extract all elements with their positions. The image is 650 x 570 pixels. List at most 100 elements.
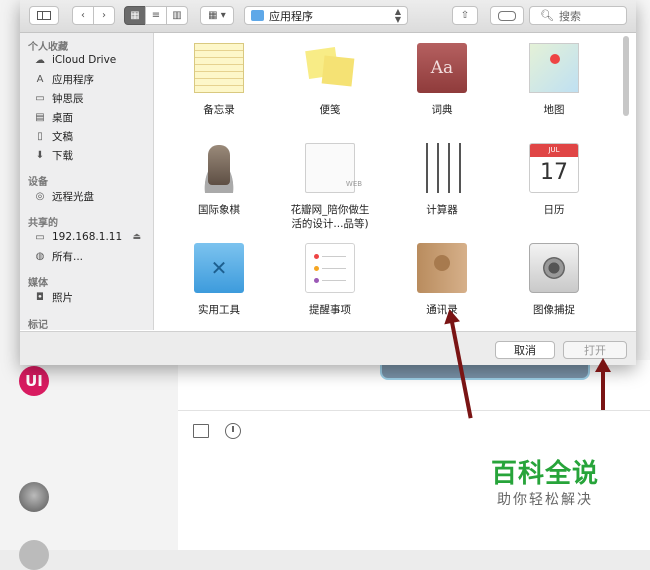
sidebar-item-downloads[interactable]: ⬇ 下载 <box>34 147 73 163</box>
sidebar-item-home[interactable]: ▭ 钟思辰 <box>34 90 84 106</box>
file-grid: 备忘录 便笺 Aa 词典 地图 国际象棋 WEB 花瓣网_陪你做生 活的设计...… <box>154 33 622 330</box>
background-input-area <box>178 360 650 550</box>
calendar-day: 17 <box>540 160 568 185</box>
avatar-ui[interactable]: UI <box>19 366 49 396</box>
annotation-arrow-open <box>595 358 611 410</box>
applications-icon: A <box>36 73 44 85</box>
eject-icon[interactable]: ⏏ <box>132 232 141 242</box>
tag-button[interactable] <box>490 6 524 25</box>
app-item-chess[interactable]: 国际象棋 <box>164 143 274 217</box>
sidebar-item-label: 192.168.1.11 <box>52 231 123 243</box>
clock-icon[interactable] <box>225 423 241 439</box>
toggle-sidebar-button[interactable] <box>29 6 59 25</box>
watermark: 百科全说 助你轻松解决 <box>470 458 620 510</box>
sidebar-item-label: iCloud Drive <box>52 54 117 66</box>
icon-view-button[interactable]: ▦ <box>124 6 146 25</box>
computer-icon: ▭ <box>35 231 45 243</box>
arrange-icon: ▦ ▾ <box>208 10 226 21</box>
sidebar-item-documents[interactable]: ▯ 文稿 <box>34 128 73 144</box>
search-field[interactable]: 🔍︎ 搜索 <box>529 6 627 25</box>
image-capture-icon <box>529 243 579 293</box>
stickies-icon <box>305 43 355 93</box>
folder-icon <box>251 10 264 21</box>
vertical-scrollbar[interactable] <box>623 36 629 116</box>
tag-icon <box>498 10 516 21</box>
list-view-button[interactable]: ≡ <box>145 6 167 25</box>
sidebar-item-remote-disc[interactable]: ◎ 远程光盘 <box>34 188 94 204</box>
web-badge: WEB <box>345 180 363 188</box>
app-item-calendar[interactable]: JUL 17 日历 <box>499 143 609 217</box>
app-label: 词典 <box>431 104 453 116</box>
sidebar-item-photos[interactable]: ◘ 照片 <box>34 289 73 305</box>
column-view-button[interactable]: ▥ <box>166 6 188 25</box>
app-label: 国际象棋 <box>198 204 240 216</box>
sidebar-item-label: 文稿 <box>52 130 73 143</box>
maps-icon <box>529 43 579 93</box>
camera-icon: ◘ <box>36 291 44 303</box>
app-item-notes[interactable]: 备忘录 <box>164 43 274 117</box>
grid-icon: ▦ <box>130 10 140 21</box>
sidebar-item-server[interactable]: ▭ 192.168.1.11 <box>34 229 122 245</box>
share-button[interactable]: ⇧ <box>452 6 478 25</box>
cloud-icon: ☁ <box>35 54 45 66</box>
dialog-toolbar: ‹ › ▦ ≡ ▥ ▦ ▾ 应用程序 ▲ ▼ ⇧ 🔍︎ 搜索 <box>20 0 636 33</box>
sidebar-section-devices: 设备 <box>28 177 48 188</box>
sidebar-item-label: 钟思辰 <box>52 92 84 105</box>
calendar-month: JUL <box>530 144 578 157</box>
dialog-footer: 取消 打开 <box>20 331 636 365</box>
app-item-dictionary[interactable]: Aa 词典 <box>387 43 497 117</box>
open-button[interactable]: 打开 <box>563 341 627 359</box>
sidebar-item-icloud-drive[interactable]: ☁ iCloud Drive <box>34 52 116 68</box>
calendar-icon: JUL 17 <box>529 143 579 193</box>
sidebar-item-applications[interactable]: A 应用程序 <box>34 71 94 87</box>
app-item-contacts[interactable]: 通讯录 <box>387 243 497 317</box>
location-popup[interactable]: 应用程序 ▲ ▼ <box>244 6 408 25</box>
sidebar-section-shared: 共享的 <box>28 218 58 229</box>
avatar-panda[interactable] <box>19 424 49 454</box>
contacts-icon <box>417 243 467 293</box>
sidebar-item-desktop[interactable]: ▤ 桌面 <box>34 109 73 125</box>
folder-icon[interactable] <box>193 424 209 438</box>
search-placeholder: 搜索 <box>558 9 581 23</box>
app-item-calculator[interactable]: 计算器 <box>387 143 497 217</box>
download-icon: ⬇ <box>35 149 45 161</box>
sidebar-item-label: 远程光盘 <box>52 190 94 203</box>
sidebar-section-tags: 标记 <box>28 320 48 330</box>
chevron-left-icon: ‹ <box>81 10 85 21</box>
sidebar-item-label: 下载 <box>52 149 73 162</box>
arrange-button[interactable]: ▦ ▾ <box>200 6 234 25</box>
app-label: 便笺 <box>319 104 341 116</box>
avatar-partial[interactable] <box>19 540 49 570</box>
app-label: 实用工具 <box>198 304 240 316</box>
updown-chevron-icon: ▲ ▼ <box>394 6 401 24</box>
app-item-webloc[interactable]: WEB 花瓣网_陪你做生 活的设计...品等) <box>275 143 385 231</box>
dictionary-icon: Aa <box>417 43 467 93</box>
sidebar-item-all-network[interactable]: ◍ 所有... <box>34 248 83 264</box>
sidebar-section-favorites: 个人收藏 <box>28 42 68 53</box>
chevron-right-icon: › <box>102 10 106 21</box>
sidebar-item-label: 桌面 <box>52 111 73 124</box>
app-item-utilities[interactable]: ✕ 实用工具 <box>164 243 274 317</box>
network-icon: ◍ <box>35 250 45 262</box>
sidebar-item-label: 照片 <box>52 291 73 304</box>
app-label: 提醒事项 <box>309 304 351 316</box>
app-item-reminders[interactable]: 提醒事项 <box>275 243 385 317</box>
columns-icon: ▥ <box>172 10 182 21</box>
watermark-subtitle: 助你轻松解决 <box>497 492 593 508</box>
dialog-sidebar: 个人收藏 ☁ iCloud Drive A 应用程序 ▭ 钟思辰 ▤ 桌面 ▯ … <box>20 33 154 330</box>
back-button[interactable]: ‹ <box>72 6 94 25</box>
documents-icon: ▯ <box>37 130 43 142</box>
chess-icon <box>194 143 244 193</box>
avatar-cat[interactable] <box>19 482 49 512</box>
notes-icon <box>194 43 244 93</box>
cancel-button[interactable]: 取消 <box>495 341 555 359</box>
app-item-image-capture[interactable]: 图像捕捉 <box>499 243 609 317</box>
app-label: 地图 <box>543 104 565 116</box>
app-item-stickies[interactable]: 便笺 <box>275 43 385 117</box>
forward-button[interactable]: › <box>93 6 115 25</box>
share-icon: ⇧ <box>460 10 470 21</box>
sidebar-icon <box>37 11 51 20</box>
app-label: 日历 <box>543 204 565 216</box>
app-item-maps[interactable]: 地图 <box>499 43 609 117</box>
background-message-bubble <box>380 364 590 380</box>
